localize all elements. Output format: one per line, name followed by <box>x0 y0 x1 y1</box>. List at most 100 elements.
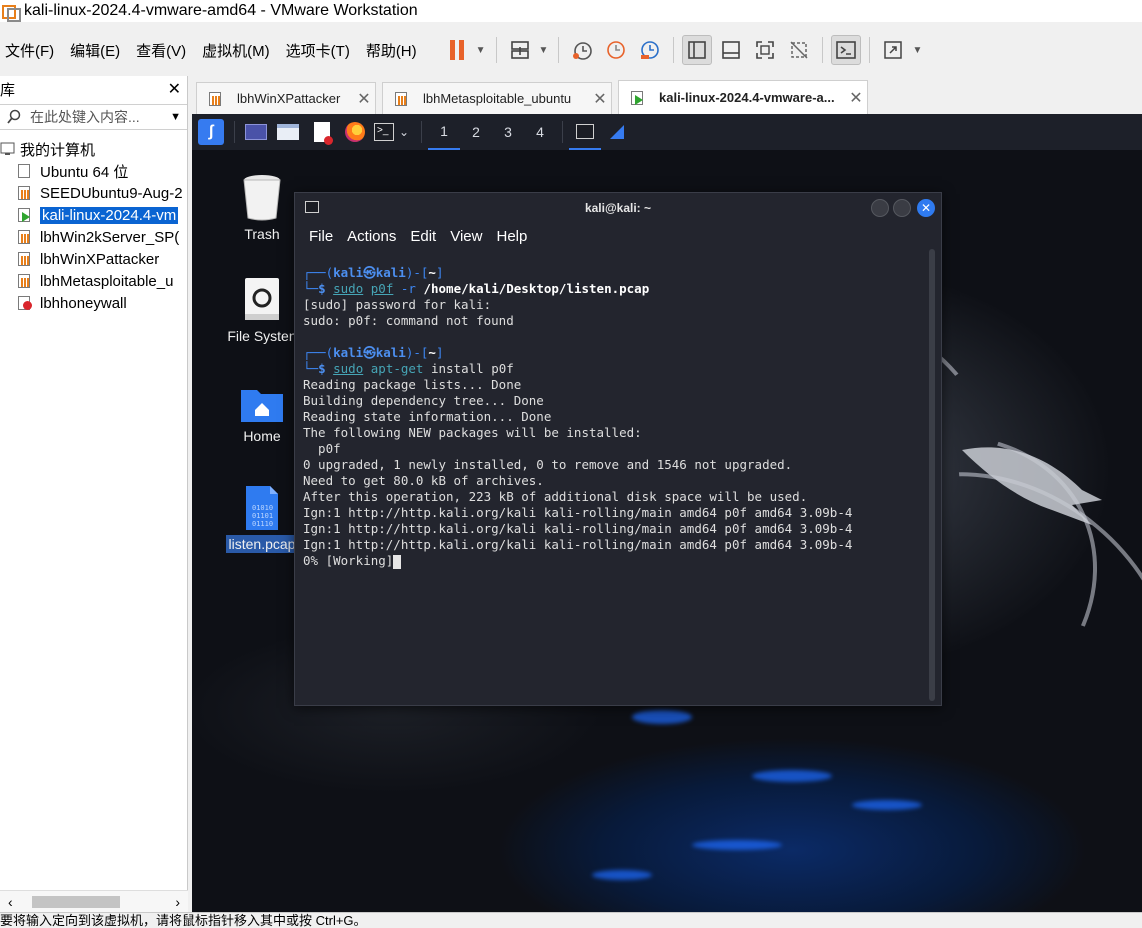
tree-item-vm-selected[interactable]: kali-linux-2024.4-vm <box>0 204 187 226</box>
library-search[interactable]: 在此处键入内容... ▼ <box>0 104 187 130</box>
tree-root-my-computer[interactable]: 我的计算机 <box>0 138 187 160</box>
power-dropdown-icon[interactable]: ▼ <box>476 45 486 56</box>
terminal-menu-help[interactable]: Help <box>496 228 527 245</box>
kali-menu-button[interactable]: ʃ <box>194 114 228 150</box>
snapshot-manager-button[interactable] <box>635 35 665 65</box>
status-bar: 要将输入定向到该虚拟机，请将鼠标指针移入其中或按 Ctrl+G。 <box>0 912 1142 928</box>
send-dropdown-icon[interactable]: ▼ <box>539 45 549 56</box>
output-line: Need to get 80.0 kB of archives. <box>303 473 544 488</box>
menu-help[interactable]: 帮助(H) <box>366 40 417 61</box>
firefox-launcher[interactable] <box>339 114 371 150</box>
send-ctrl-alt-del-button[interactable] <box>505 35 535 65</box>
show-desktop-launcher[interactable] <box>241 114 271 150</box>
menu-view[interactable]: 查看(V) <box>136 40 186 61</box>
menu-file[interactable]: 文件(F) <box>5 40 54 61</box>
output-line: Ign:1 http://http.kali.org/kali kali-rol… <box>303 537 853 552</box>
toolbar-separator <box>673 37 675 63</box>
scroll-right-icon[interactable]: › <box>175 894 180 910</box>
text-cursor <box>393 554 402 569</box>
tab-kali-linux[interactable]: kali-linux-2024.4-vmware-a... ✕ <box>618 80 868 114</box>
workspace-3[interactable]: 3 <box>492 114 524 150</box>
close-library-icon[interactable]: ✕ <box>168 79 181 99</box>
terminal-launcher[interactable]: >_ <box>371 114 397 150</box>
workspace-1[interactable]: 1 <box>428 114 461 150</box>
full-screen-button[interactable] <box>750 35 780 65</box>
close-tab-icon[interactable]: ✕ <box>589 89 611 109</box>
library-panel: 库 ✕ 在此处键入内容... ▼ 我的计算机 Ubuntu 64 位 SEEDU… <box>0 76 188 912</box>
close-tab-icon[interactable]: ✕ <box>353 89 375 109</box>
file-manager-launcher[interactable] <box>271 114 305 150</box>
menu-vm[interactable]: 虚拟机(M) <box>202 40 270 61</box>
terminal-menubar: File Actions Edit View Help <box>295 223 941 249</box>
revert-snapshot-button[interactable] <box>601 35 631 65</box>
maximize-button[interactable] <box>893 199 911 217</box>
tree-item-label: lbhhoneywall <box>40 294 127 312</box>
tab-lbhwinxpattacker[interactable]: lbhWinXPattacker ✕ <box>196 82 376 114</box>
desktop-icon-filesystem[interactable]: File Systen <box>222 276 302 345</box>
terminal-output[interactable]: ┌──(kali㉿kali)-[~] └─$ sudo p0f -r /home/… <box>303 265 921 569</box>
search-input[interactable]: 在此处键入内容... <box>30 107 170 127</box>
scroll-left-icon[interactable]: ‹ <box>8 894 13 910</box>
stretch-icon <box>884 41 903 59</box>
workspace-2[interactable]: 2 <box>460 114 492 150</box>
terminal-menu-file[interactable]: File <box>309 228 333 245</box>
output-line: After this operation, 223 kB of addition… <box>303 489 808 504</box>
stretch-dropdown-icon[interactable]: ▼ <box>912 45 922 56</box>
taskbar-file-window[interactable] <box>601 114 633 150</box>
scrollbar-thumb[interactable] <box>32 896 120 908</box>
terminal-menu-edit[interactable]: Edit <box>410 228 436 245</box>
library-horizontal-scrollbar[interactable]: ‹ › <box>0 890 188 912</box>
tree-item-vm[interactable]: lbhWin2kServer_SP( <box>0 226 187 248</box>
panel-separator <box>562 121 564 143</box>
unity-button[interactable] <box>784 35 814 65</box>
suspend-button[interactable] <box>442 35 472 65</box>
console-view-button[interactable] <box>831 35 862 65</box>
close-button[interactable]: ✕ <box>917 199 935 217</box>
terminal-launcher-dropdown-icon[interactable]: ⌄ <box>399 125 409 139</box>
stretch-guest-button[interactable] <box>878 35 908 65</box>
snapshot-clock-icon <box>573 42 593 60</box>
desktop-icon-home[interactable]: Home <box>222 384 302 445</box>
terminal-title-bar[interactable]: kali@kali: ~ ✕ <box>295 193 941 223</box>
panel-separator <box>234 121 235 143</box>
menu-tabs[interactable]: 选项卡(T) <box>286 40 350 61</box>
folder-icon <box>277 124 299 140</box>
snapshot-button[interactable] <box>567 35 597 65</box>
wallpaper-glow <box>692 840 782 850</box>
tree-item-vm[interactable]: lbhhoneywall <box>0 292 187 314</box>
tab-lbhmetasploitable-ubuntu[interactable]: lbhMetasploitable_ubuntu ✕ <box>382 82 612 114</box>
search-dropdown-icon[interactable]: ▼ <box>170 111 181 123</box>
tree-item-vm[interactable]: lbhWinXPattacker <box>0 248 187 270</box>
output-line: 0 upgraded, 1 newly installed, 0 to remo… <box>303 457 793 472</box>
tree-item-vm[interactable]: Ubuntu 64 位 <box>0 160 187 182</box>
kali-top-panel: ʃ >_ ⌄ 1 2 3 4 <box>192 114 1142 150</box>
desktop-icon <box>245 124 267 140</box>
tree-item-vm[interactable]: lbhMetasploitable_u <box>0 270 187 292</box>
terminal-menu-actions[interactable]: Actions <box>347 228 396 245</box>
show-library-button[interactable] <box>682 35 713 65</box>
text-editor-launcher[interactable] <box>305 114 339 150</box>
minimize-button[interactable] <box>871 199 889 217</box>
taskbar-terminal-window[interactable] <box>569 114 602 150</box>
output-line: Ign:1 http://http.kali.org/kali kali-rol… <box>303 521 853 536</box>
guest-display[interactable]: ʃ >_ ⌄ 1 2 3 4 Trash File Systen Home 01… <box>192 114 1142 912</box>
menu-edit[interactable]: 编辑(E) <box>70 40 120 61</box>
vm-suspended-icon <box>393 91 411 107</box>
tree-item-vm[interactable]: SEEDUbuntu9-Aug-2 <box>0 182 187 204</box>
vm-running-icon <box>16 207 34 223</box>
wallpaper-glow <box>592 870 652 880</box>
wallpaper-glow <box>752 770 832 782</box>
thumbnail-bar-button[interactable] <box>716 35 746 65</box>
home-folder-icon <box>241 390 283 422</box>
terminal-menu-view[interactable]: View <box>450 228 482 245</box>
vmware-logo-icon <box>2 3 21 22</box>
workspace-4[interactable]: 4 <box>524 114 556 150</box>
terminal-scrollbar[interactable] <box>929 249 935 701</box>
vm-suspended-icon <box>16 229 34 245</box>
terminal-window[interactable]: kali@kali: ~ ✕ File Actions Edit View He… <box>294 192 942 706</box>
tree-item-label: Ubuntu 64 位 <box>40 163 129 181</box>
desktop-icon-listen-pcap[interactable]: 01010 01101 01110 listen.pcap <box>222 484 302 553</box>
output-line: p0f <box>303 441 341 456</box>
desktop-icon-trash[interactable]: Trash <box>222 174 302 243</box>
close-tab-icon[interactable]: ✕ <box>845 88 867 108</box>
